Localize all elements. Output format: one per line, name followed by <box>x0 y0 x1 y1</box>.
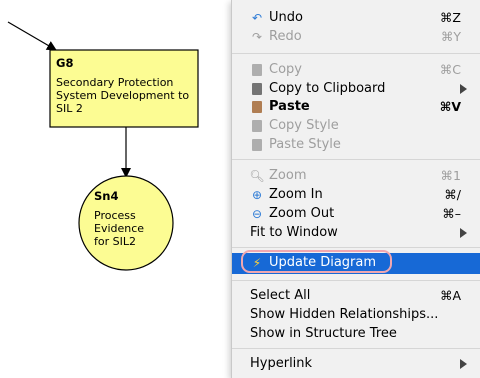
solution-id: Sn4 <box>94 189 119 203</box>
shortcut-label: ⌘Y <box>440 29 461 44</box>
menu-item-copy-style[interactable]: Copy Style <box>232 116 480 136</box>
solution-text-line: for SIL2 <box>94 235 136 248</box>
shortcut-label: ⌘A <box>439 288 461 303</box>
menu-item-label: Undo <box>269 10 303 25</box>
copy-icon <box>250 63 264 77</box>
menu-item-label: Show Hidden Relationships... <box>250 307 439 322</box>
shortcut-label: ⌘/ <box>444 187 461 202</box>
menu-item-select-all[interactable]: Select All ⌘A <box>232 286 480 306</box>
menu-item-label: Copy <box>269 62 302 77</box>
paste-style-icon <box>250 138 264 152</box>
menu-item-undo[interactable]: ↶ Undo ⌘Z <box>232 8 480 28</box>
menu-item-label: Paste Style <box>269 137 341 152</box>
menu-item-label: Hyperlink <box>250 356 313 371</box>
menu-item-label: Copy to Clipboard <box>269 81 386 96</box>
menu-item-label: Redo <box>269 29 302 44</box>
menu-separator <box>232 280 480 281</box>
menu-item-hyperlink[interactable]: Hyperlink <box>232 354 480 374</box>
goal-id: G8 <box>56 56 74 70</box>
menu-separator <box>232 53 480 54</box>
redo-icon: ↷ <box>251 30 263 44</box>
menu-item-label: Copy Style <box>269 118 339 133</box>
submenu-arrow-icon <box>460 359 467 369</box>
menu-item-label: Select All <box>250 288 311 303</box>
menu-item-label: Zoom In <box>269 187 323 202</box>
submenu-arrow-icon <box>460 84 467 94</box>
context-menu: ↶ Undo ⌘Z ↷ Redo ⌘Y Copy ⌘C Copy to Clip… <box>231 0 480 378</box>
solution-text-line: Evidence <box>94 222 145 235</box>
menu-item-label: Fit to Window <box>250 225 338 240</box>
goal-node-g8-text: G8 Secondary Protection System Developme… <box>56 56 190 116</box>
menu-item-label: Zoom Out <box>269 206 335 221</box>
menu-item-copy[interactable]: Copy ⌘C <box>232 60 480 80</box>
menu-separator <box>232 159 480 160</box>
menu-item-copy-to-clipboard[interactable]: Copy to Clipboard <box>232 79 480 99</box>
menu-item-paste[interactable]: Paste ⌘V <box>232 97 480 117</box>
menu-item-zoom-out[interactable]: ⊖ Zoom Out ⌘– <box>232 204 480 224</box>
menu-item-redo[interactable]: ↷ Redo ⌘Y <box>232 27 480 47</box>
menu-item-show-hidden-relationships[interactable]: Show Hidden Relationships... <box>232 305 480 325</box>
shortcut-label: ⌘C <box>439 62 461 77</box>
shortcut-label: ⌘Z <box>439 10 461 25</box>
paste-icon <box>250 100 264 114</box>
solution-text-line: Process <box>94 209 136 222</box>
menu-separator <box>232 348 480 349</box>
goal-text-line: SIL 2 <box>56 102 83 115</box>
goal-text-line: Secondary Protection <box>56 76 174 89</box>
shortcut-label: ⌘1 <box>440 168 461 183</box>
zoom-in-icon: ⊕ <box>251 188 263 202</box>
undo-icon: ↶ <box>251 11 263 25</box>
goal-text-line: System Development to <box>56 89 190 102</box>
connector-in-g8 <box>7 21 57 51</box>
menu-item-label: Paste <box>269 99 310 114</box>
zoom-icon: 🔍︎ <box>249 169 265 183</box>
zoom-out-icon: ⊖ <box>251 207 263 221</box>
clipboard-icon <box>250 82 264 96</box>
solution-node-sn4-text: Sn4 Process Evidence for SIL2 <box>94 189 145 249</box>
menu-item-label: Zoom <box>269 168 307 183</box>
menu-separator <box>232 247 480 248</box>
highlight-ring <box>241 250 392 273</box>
copy-style-icon <box>250 119 264 133</box>
submenu-arrow-icon <box>460 228 467 238</box>
menu-item-fit-to-window[interactable]: Fit to Window <box>232 223 480 243</box>
menu-item-label: Show in Structure Tree <box>250 326 397 341</box>
shortcut-label: ⌘V <box>439 99 461 114</box>
menu-item-zoom-in[interactable]: ⊕ Zoom In ⌘/ <box>232 185 480 205</box>
menu-item-show-in-structure-tree[interactable]: Show in Structure Tree <box>232 324 480 344</box>
menu-item-paste-style[interactable]: Paste Style <box>232 135 480 155</box>
shortcut-label: ⌘– <box>442 206 461 221</box>
menu-item-zoom[interactable]: 🔍︎ Zoom ⌘1 <box>232 166 480 186</box>
